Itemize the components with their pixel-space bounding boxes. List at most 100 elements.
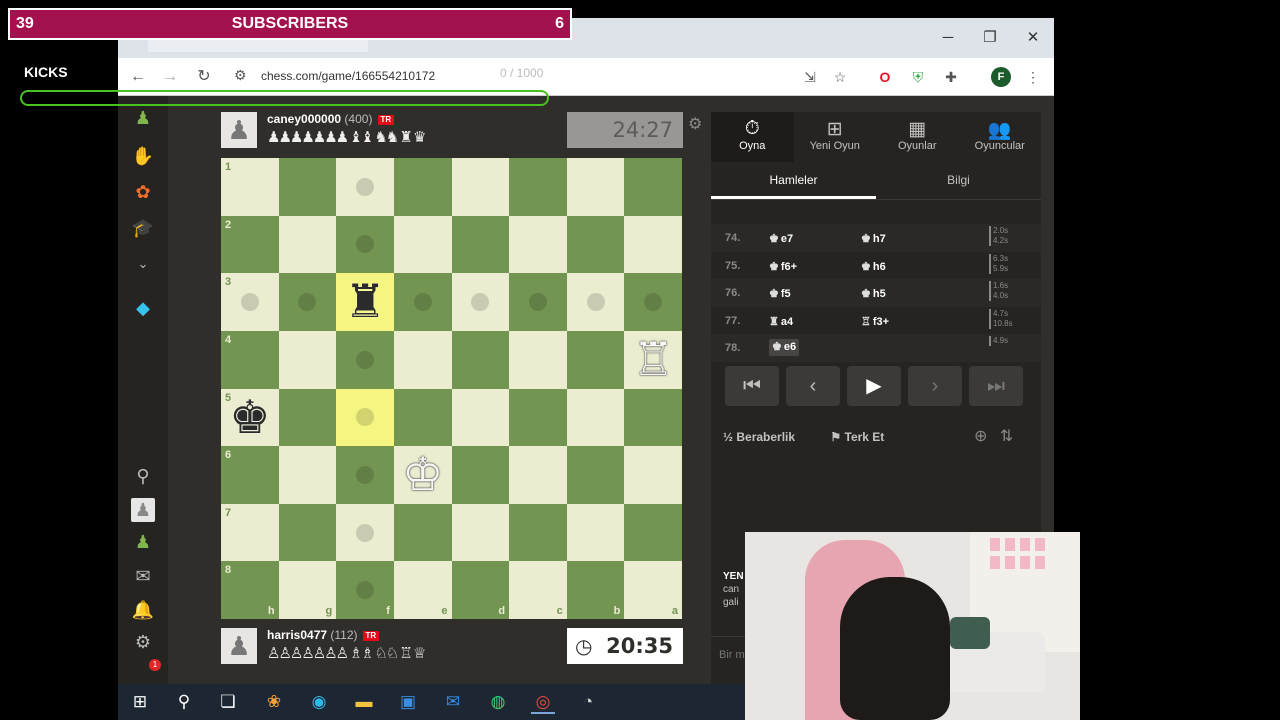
file-explorer-icon[interactable]: ▬ bbox=[352, 690, 376, 714]
square-h3[interactable]: 3 bbox=[221, 273, 279, 331]
square-f8[interactable]: f bbox=[336, 561, 394, 619]
square-e5[interactable] bbox=[393, 388, 452, 447]
square-b7[interactable] bbox=[566, 503, 625, 562]
square-g2[interactable] bbox=[278, 215, 337, 274]
legal-move-dot[interactable] bbox=[240, 293, 259, 312]
tab-games[interactable]: ▦ Oyunlar bbox=[876, 112, 959, 162]
square-d6[interactable] bbox=[451, 446, 510, 504]
windows-start-icon[interactable]: ⊞ bbox=[128, 690, 152, 714]
square-d1[interactable] bbox=[451, 158, 510, 216]
copilot-icon[interactable]: ❀ bbox=[262, 690, 286, 714]
white-move[interactable]: ♚ f6+ bbox=[769, 260, 797, 273]
subtab-moves[interactable]: Hamleler bbox=[711, 166, 876, 199]
resign-button[interactable]: ⚑ Terk Et bbox=[830, 430, 900, 444]
square-b1[interactable] bbox=[566, 158, 625, 216]
square-f6[interactable] bbox=[336, 446, 394, 504]
search-icon[interactable]: ⚲ bbox=[131, 464, 155, 488]
white-move[interactable]: ♚ f5 bbox=[769, 287, 791, 300]
square-b8[interactable]: b bbox=[566, 561, 625, 619]
edge-icon[interactable]: ◉ bbox=[307, 690, 331, 714]
legal-move-dot[interactable] bbox=[356, 408, 375, 427]
first-move-button[interactable]: ⏮ bbox=[725, 366, 779, 406]
settings-gear-icon[interactable]: ⚙ bbox=[131, 630, 155, 654]
task-view-icon[interactable]: ❏ bbox=[216, 690, 240, 714]
square-c5[interactable] bbox=[509, 388, 567, 447]
white-move[interactable]: ♚ e7 bbox=[769, 232, 793, 245]
square-a3[interactable] bbox=[624, 273, 682, 331]
legal-move-dot[interactable] bbox=[471, 293, 490, 312]
square-h8[interactable]: 8h bbox=[221, 561, 279, 619]
opera-extension-icon[interactable]: O bbox=[874, 66, 896, 88]
chess-board[interactable]: 1 2 3 ♜ 4 ♖ 5 ♚ 6 ♔ 7 8 h g f e d c b a bbox=[221, 158, 682, 619]
bookmark-star-icon[interactable]: ☆ bbox=[829, 66, 851, 88]
legal-move-dot[interactable] bbox=[586, 293, 605, 312]
square-b3[interactable] bbox=[566, 273, 625, 331]
square-d8[interactable]: d bbox=[451, 561, 510, 619]
square-d7[interactable] bbox=[451, 503, 510, 562]
learn-icon[interactable]: ✿ bbox=[131, 180, 155, 204]
white-move[interactable]: ♜ a4 bbox=[769, 315, 793, 328]
mail-icon[interactable]: ✉ bbox=[441, 690, 465, 714]
install-app-icon[interactable]: ⇲ bbox=[799, 66, 821, 88]
square-c1[interactable] bbox=[509, 158, 567, 216]
bell-icon[interactable]: 🔔 bbox=[131, 598, 155, 622]
top-player-username[interactable]: caney000000 bbox=[267, 112, 341, 126]
white-move[interactable]: ♚ e6 bbox=[769, 339, 800, 356]
white-rook-piece[interactable]: ♖ bbox=[624, 331, 682, 389]
last-move-button[interactable]: ⏭ bbox=[969, 366, 1023, 406]
square-g4[interactable] bbox=[278, 330, 337, 389]
legal-move-dot[interactable] bbox=[356, 523, 375, 542]
square-h7[interactable]: 7 bbox=[221, 503, 279, 562]
square-b4[interactable] bbox=[566, 330, 625, 389]
speedometer-icon[interactable]: ◔ bbox=[576, 690, 600, 714]
restore-icon[interactable]: ❐ bbox=[978, 26, 1002, 50]
square-g1[interactable] bbox=[278, 158, 337, 216]
forward-icon[interactable]: → bbox=[159, 66, 181, 88]
square-b6[interactable] bbox=[566, 446, 625, 504]
black-rook-piece[interactable]: ♜ bbox=[336, 273, 394, 331]
chevron-down-icon[interactable]: ⌄ bbox=[131, 252, 155, 276]
more-menu-icon[interactable]: ⋮ bbox=[1022, 66, 1044, 88]
tab-players[interactable]: 👥 Oyuncular bbox=[959, 112, 1042, 162]
black-move[interactable]: ♚ h7 bbox=[861, 232, 886, 245]
square-e6[interactable]: ♔ bbox=[393, 446, 452, 504]
legal-move-dot[interactable] bbox=[356, 350, 375, 369]
square-g3[interactable] bbox=[278, 273, 337, 331]
square-e8[interactable]: e bbox=[393, 561, 452, 619]
white-king-piece[interactable]: ♔ bbox=[394, 446, 452, 504]
shield-extension-icon[interactable]: ⛨ bbox=[907, 66, 929, 88]
flip-board-icon[interactable]: ⇅ bbox=[1000, 428, 1013, 445]
back-icon[interactable]: ← bbox=[127, 66, 149, 88]
square-b2[interactable] bbox=[566, 215, 625, 274]
puzzles-icon[interactable]: ✋ bbox=[131, 144, 155, 168]
square-a7[interactable] bbox=[624, 503, 682, 562]
minimize-icon[interactable]: ─ bbox=[936, 26, 960, 50]
prev-move-button[interactable]: ‹ bbox=[786, 366, 840, 406]
legal-move-dot[interactable] bbox=[356, 581, 375, 600]
square-h4[interactable]: 4 bbox=[221, 330, 279, 389]
square-h2[interactable]: 2 bbox=[221, 215, 279, 274]
legal-move-dot[interactable] bbox=[298, 293, 317, 312]
legal-move-dot[interactable] bbox=[356, 177, 375, 196]
board-settings-gear-icon[interactable]: ⚙ bbox=[688, 114, 702, 134]
tab-play[interactable]: ⏱ Oyna bbox=[711, 112, 794, 162]
close-icon[interactable]: ✕ bbox=[1021, 26, 1045, 50]
profile-avatar[interactable]: F bbox=[991, 67, 1011, 87]
square-c7[interactable] bbox=[509, 503, 567, 562]
taskbar-search-icon[interactable]: ⚲ bbox=[172, 690, 196, 714]
bottom-player-name[interactable]: harris0477 (112) TR bbox=[267, 628, 379, 642]
square-a5[interactable] bbox=[624, 388, 682, 447]
extensions-puzzle-icon[interactable]: ✚ bbox=[940, 66, 962, 88]
store-icon[interactable]: ▣ bbox=[396, 690, 420, 714]
bottom-player-username[interactable]: harris0477 bbox=[267, 628, 327, 642]
square-e1[interactable] bbox=[393, 158, 452, 216]
square-a4[interactable]: ♖ bbox=[624, 330, 682, 389]
square-d5[interactable] bbox=[451, 388, 510, 447]
square-g8[interactable]: g bbox=[278, 561, 337, 619]
black-move[interactable]: ♚ h5 bbox=[861, 287, 886, 300]
square-c2[interactable] bbox=[509, 215, 567, 274]
square-d4[interactable] bbox=[451, 330, 510, 389]
lessons-cap-icon[interactable]: 🎓 bbox=[131, 216, 155, 240]
square-f1[interactable] bbox=[336, 158, 394, 216]
square-e2[interactable] bbox=[393, 215, 452, 274]
